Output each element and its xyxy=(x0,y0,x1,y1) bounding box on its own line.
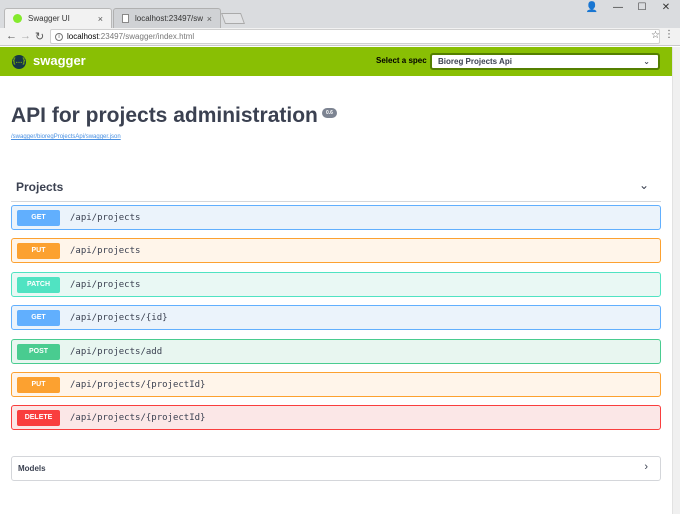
url-input[interactable]: i localhost:23497/swagger/index.html xyxy=(50,29,660,44)
method-badge: PATCH xyxy=(17,276,60,293)
spec-url-link[interactable]: /swagger/bioregProjectsApi/swagger.json xyxy=(11,134,121,140)
tab-title: localhost:23497/swagger xyxy=(135,14,203,23)
back-button[interactable]: ← xyxy=(6,30,17,42)
operation-get-project-by-id[interactable]: GET /api/projects/{id} xyxy=(11,305,661,330)
models-section[interactable]: Models › xyxy=(11,456,661,481)
page-icon xyxy=(122,14,129,23)
close-window-button[interactable]: ✕ xyxy=(654,2,678,13)
spec-select[interactable]: Bioreg Projects Api ⌄ xyxy=(430,53,660,70)
method-badge: GET xyxy=(17,309,60,326)
tag-header-projects[interactable]: Projects ⌄ xyxy=(11,176,661,202)
operation-path: /api/projects xyxy=(70,279,141,290)
maximize-button[interactable]: ☐ xyxy=(630,2,654,13)
swagger-logo-icon: {…} xyxy=(12,55,26,69)
version-badge: 0.6 xyxy=(322,108,337,118)
new-tab-button[interactable] xyxy=(220,13,246,24)
tab-swagger-ui[interactable]: Swagger UI × xyxy=(4,8,112,28)
url-host: localhost xyxy=(67,32,99,41)
account-icon[interactable]: 👤 xyxy=(580,2,604,13)
spec-selected-value: Bioreg Projects Api xyxy=(438,57,512,66)
api-title: API for projects administration xyxy=(11,104,318,127)
operation-path: /api/projects/{id} xyxy=(70,312,168,323)
tab-localhost[interactable]: localhost:23497/swagger × xyxy=(113,8,221,28)
operation-put-projects[interactable]: PUT /api/projects xyxy=(11,238,661,263)
operation-path: /api/projects/{projectId} xyxy=(70,412,206,423)
operation-post-projects-add[interactable]: POST /api/projects/add xyxy=(11,339,661,364)
spec-select-label: Select a spec xyxy=(376,56,427,65)
operation-put-project-by-projectid[interactable]: PUT /api/projects/{projectId} xyxy=(11,372,661,397)
operation-path: /api/projects xyxy=(70,245,141,256)
reload-button[interactable]: ↻ xyxy=(35,30,44,43)
method-badge: PUT xyxy=(17,376,60,393)
browser-tabstrip: Swagger UI × localhost:23497/swagger × 👤… xyxy=(0,0,680,28)
method-badge: GET xyxy=(17,209,60,226)
operation-delete-project-by-projectid[interactable]: DELETE /api/projects/{projectId} xyxy=(11,405,661,430)
browser-menu-icon[interactable]: ⋮ xyxy=(664,29,674,40)
tag-name: Projects xyxy=(16,180,64,194)
operation-path: /api/projects/{projectId} xyxy=(70,379,206,390)
swagger-topbar: {…} swagger Select a spec Bioreg Project… xyxy=(0,47,672,76)
page-scrollbar[interactable] xyxy=(672,47,680,514)
operation-get-projects[interactable]: GET /api/projects xyxy=(11,205,661,230)
method-badge: DELETE xyxy=(17,409,60,426)
operation-path: /api/projects xyxy=(70,212,141,223)
operation-path: /api/projects/add xyxy=(70,346,163,357)
models-label: Models xyxy=(18,464,46,473)
swagger-logo-text: swagger xyxy=(33,53,86,68)
chevron-down-icon[interactable]: ⌄ xyxy=(639,178,649,192)
forward-button[interactable]: → xyxy=(20,30,31,42)
tab-close-icon[interactable]: × xyxy=(207,14,212,24)
minimize-button[interactable]: — xyxy=(606,2,630,13)
url-path: :23497/swagger/index.html xyxy=(98,32,195,41)
operation-patch-projects[interactable]: PATCH /api/projects xyxy=(11,272,661,297)
info-icon[interactable]: i xyxy=(55,32,63,41)
method-badge: PUT xyxy=(17,242,60,259)
tab-title: Swagger UI xyxy=(28,14,70,23)
method-badge: POST xyxy=(17,343,60,360)
chevron-right-icon[interactable]: › xyxy=(644,461,648,473)
swagger-favicon-icon xyxy=(13,14,22,23)
chevron-down-icon: ⌄ xyxy=(643,57,650,66)
address-bar: ← → ↻ i localhost:23497/swagger/index.ht… xyxy=(0,28,680,46)
bookmark-star-icon[interactable]: ☆ xyxy=(651,30,660,41)
tab-close-icon[interactable]: × xyxy=(98,14,103,24)
